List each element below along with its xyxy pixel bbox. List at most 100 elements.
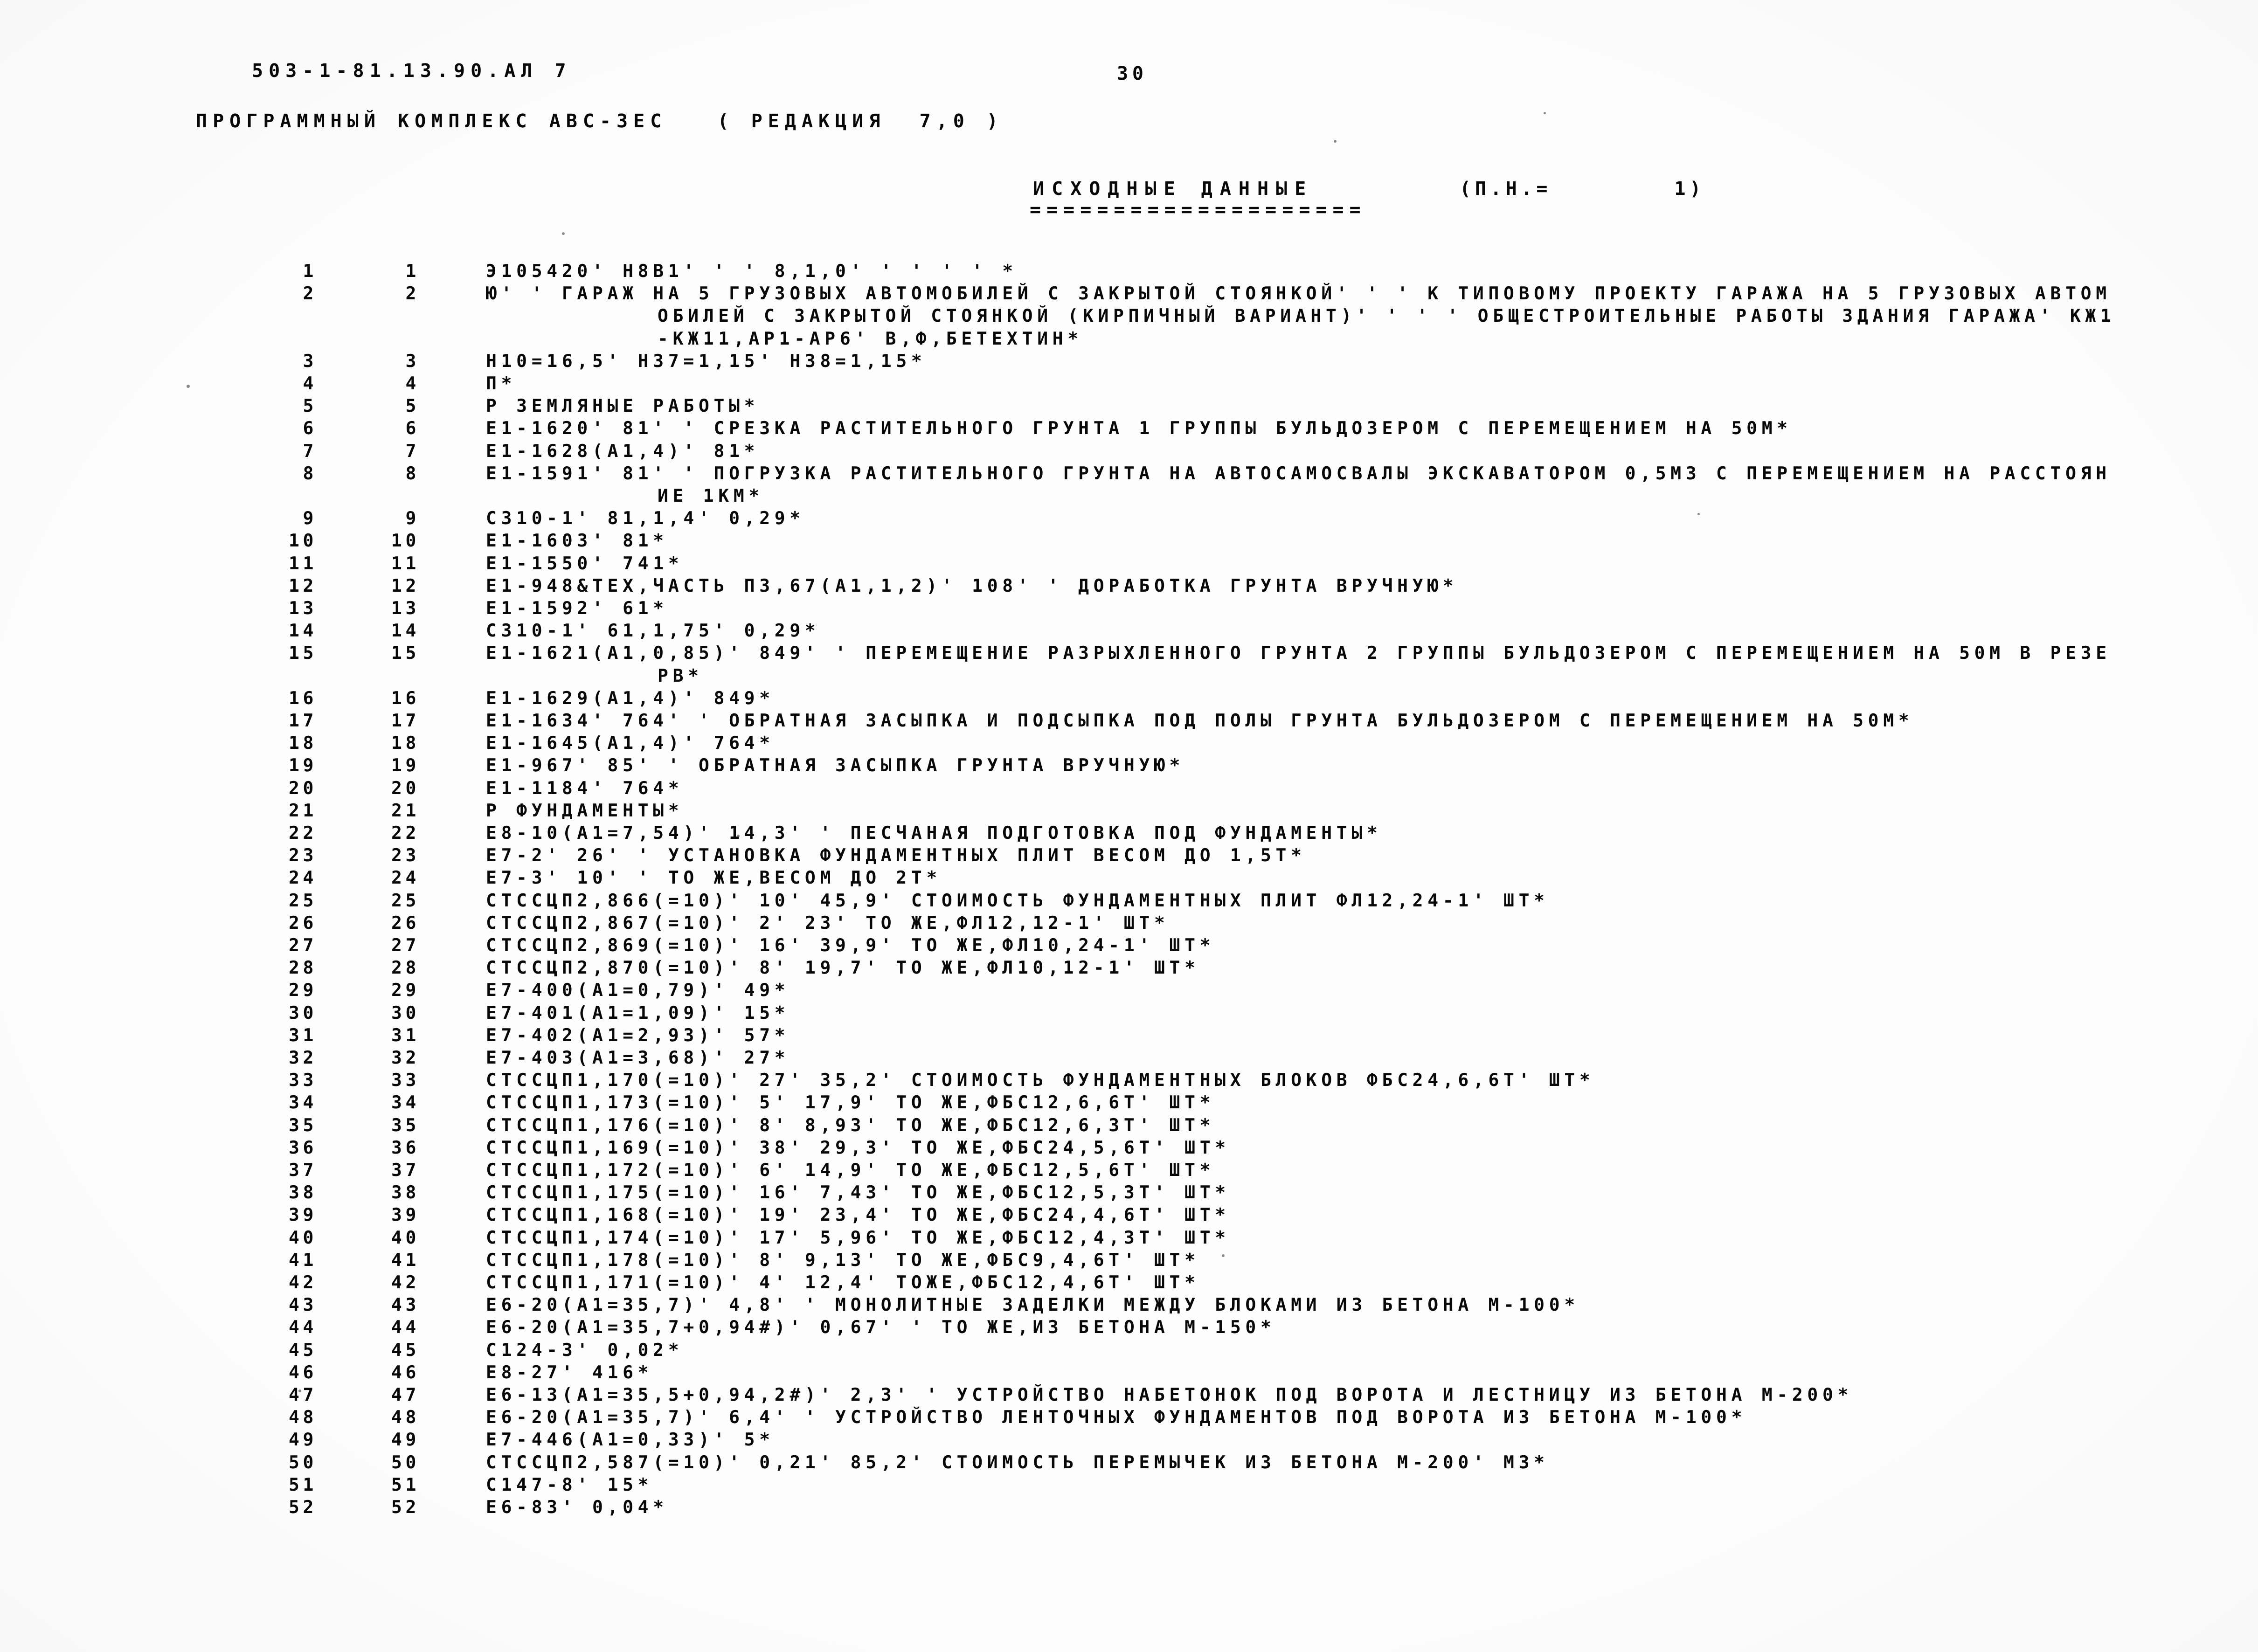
- record-sequence-number: 32: [289, 1047, 317, 1068]
- record-line-number: 38: [391, 1182, 420, 1203]
- record-line-number: 10: [391, 530, 420, 551]
- listing-row: 40 40 СТССЦП1,174(=10)' 17' 5,96' ТО ЖЕ,ФБ…: [0, 1229, 2258, 1251]
- record-sequence-number: 31: [289, 1024, 317, 1045]
- listing-row: 24 24 Е7-3' 10' ' ТО ЖЕ,ВЕСОМ ДО 2Т*: [0, 869, 2258, 891]
- listing-row: 6 6 Е1-1620' 81' ' СРЕЗКА РАСТИТЕЛЬНОГО ГР…: [0, 419, 2258, 442]
- record-statement-text: СТССЦП2,587(=10)' 0,21' 85,2' СТОИМОСТЬ …: [486, 1452, 1549, 1472]
- listing-row: 16 16 Е1-1629(А1,4)' 849*: [0, 689, 2258, 712]
- record-statement-text: Е7-2' 26' ' УСТАНОВКА ФУНДАМЕНТНЫХ ПЛИТ …: [486, 845, 1306, 866]
- record-sequence-number: 39: [289, 1204, 317, 1225]
- listing-row: 34 34 СТССЦП1,173(=10)' 5' 17,9' ТО ЖЕ,ФБС…: [0, 1093, 2258, 1116]
- program-header-line: ПРОГРАММНЫЙ КОМПЛЕКС АВС-ЗЕС ( РЕДАКЦИЯ …: [196, 111, 1004, 132]
- record-sequence-number: 44: [289, 1317, 317, 1338]
- record-statement-text: П*: [486, 373, 517, 394]
- record-sequence-number: 38: [289, 1182, 317, 1203]
- listing-row: 30 30 Е7-401(А1=1,09)' 15*: [0, 1004, 2258, 1026]
- record-statement-text: Э105420' Н8В1' ' ' 8,1,0' ' ' ' ' *: [486, 261, 1018, 281]
- scan-speck: [187, 385, 190, 388]
- record-statement-text: Е1-1550' 741*: [486, 553, 684, 574]
- record-line-number: 52: [391, 1497, 420, 1517]
- record-line-number: 3: [405, 350, 420, 371]
- record-sequence-number: 27: [289, 935, 317, 955]
- record-statement-text: Е1-948&ТЕХ,ЧАСТЬ П3,67(А1,1,2)' 108' ' Д…: [486, 575, 1458, 596]
- document-code: 503-1-81.13.90.АЛ 7: [252, 60, 572, 82]
- listing-row: 8 8 Е1-1591' 81' ' ПОГРУЗКА РАСТИТЕЛЬНОГО …: [0, 464, 2258, 487]
- record-line-number: 20: [391, 777, 420, 798]
- record-sequence-number: 2: [303, 283, 317, 304]
- record-line-number: 41: [391, 1249, 420, 1270]
- record-statement-text: СТССЦП2,870(=10)' 8' 19,7' ТО ЖЕ,ФЛ10,12…: [486, 957, 1200, 978]
- listing-row: 39 39 СТССЦП1,168(=10)' 19' 23,4' ТО ЖЕ,ФБ…: [0, 1206, 2258, 1228]
- record-line-number: 36: [391, 1137, 420, 1158]
- listing-row: 9 9 С310-1' 81,1,4' 0,29*: [0, 509, 2258, 532]
- listing-row: 35 35 СТССЦП1,176(=10)' 8' 8,93' ТО ЖЕ,ФБС…: [0, 1116, 2258, 1139]
- listing-continuation-row: ОБИЛЕЙ С ЗАКРЫТОЙ СТОЯНКОЙ (КИРПИЧНЫЙ ВА…: [0, 307, 2258, 329]
- record-sequence-number: 51: [289, 1474, 317, 1495]
- listing-row: 1 1 Э105420' Н8В1' ' ' 8,1,0' ' ' ' ' *: [0, 262, 2258, 284]
- record-statement-text: Е8-27' 416*: [486, 1362, 653, 1382]
- record-sequence-number: 22: [289, 823, 317, 843]
- record-line-number: 19: [391, 755, 420, 776]
- record-sequence-number: 4: [303, 373, 317, 394]
- record-sequence-number: 46: [289, 1362, 317, 1382]
- scan-speck: [298, 1389, 301, 1392]
- record-statement-text: Е7-402(А1=2,93)' 57*: [486, 1024, 790, 1045]
- scan-speck: [737, 835, 740, 837]
- record-line-number: 1: [405, 261, 420, 281]
- record-line-number: 6: [405, 418, 420, 439]
- record-sequence-number: 36: [289, 1137, 317, 1158]
- record-statement-text: СТССЦП1,172(=10)' 6' 14,9' ТО ЖЕ,ФБС12,5…: [486, 1160, 1215, 1180]
- record-line-number: 12: [391, 575, 420, 596]
- record-sequence-number: 14: [289, 620, 317, 641]
- listing-row: 5 5 Р ЗЕМЛЯНЫЕ РАБОТЫ*: [0, 397, 2258, 419]
- record-statement-text: Е6-20(А1=35,7+0,94#)' 0,67' ' ТО ЖЕ,ИЗ Б…: [486, 1317, 1276, 1338]
- page-number: 30: [1117, 63, 1148, 84]
- listing-row: 29 29 Е7-400(А1=0,79)' 49*: [0, 981, 2258, 1003]
- record-statement-text: СТССЦП1,174(=10)' 17' 5,96' ТО ЖЕ,ФБС12,…: [486, 1227, 1230, 1248]
- record-statement-text: СТССЦП1,178(=10)' 8' 9,13' ТО ЖЕ,ФБС9,4,…: [486, 1249, 1200, 1270]
- record-sequence-number: 30: [289, 1002, 317, 1023]
- record-statement-text: Е1-1621(А1,0,85)' 849' ' ПЕРЕМЕЩЕНИЕ РАЗ…: [486, 643, 2111, 664]
- record-line-number: 40: [391, 1227, 420, 1248]
- record-statement-continuation: ОБИЛЕЙ С ЗАКРЫТОЙ СТОЯНКОЙ (КИРПИЧНЫЙ ВА…: [658, 305, 2116, 326]
- record-statement-text: Е1-967' 85' ' ОБРАТНАЯ ЗАСЫПКА ГРУНТА ВР…: [486, 755, 1185, 776]
- record-sequence-number: 37: [289, 1160, 317, 1180]
- record-line-number: 2: [405, 283, 420, 304]
- record-line-number: 43: [391, 1294, 420, 1315]
- listing-row: 49 49 Е7-446(А1=0,33)' 5*: [0, 1431, 2258, 1453]
- listing-row: 21 21 Р ФУНДАМЕНТЫ*: [0, 802, 2258, 824]
- listing-row: 10 10 Е1-1603' 81*: [0, 532, 2258, 554]
- listing-row: 43 43 Е6-20(А1=35,7)' 4,8' ' МОНОЛИТНЫЕ ЗА…: [0, 1296, 2258, 1318]
- record-sequence-number: 49: [289, 1429, 317, 1450]
- record-line-number: 44: [391, 1317, 420, 1338]
- scan-speck: [1334, 140, 1337, 143]
- record-line-number: 42: [391, 1272, 420, 1293]
- record-sequence-number: 45: [289, 1339, 317, 1360]
- record-sequence-number: 11: [289, 553, 317, 574]
- listing-row: 37 37 СТССЦП1,172(=10)' 6' 14,9' ТО ЖЕ,ФБС…: [0, 1161, 2258, 1183]
- listing-row: 2 2 Ю' ' ГАРАЖ НА 5 ГРУЗОВЫХ АВТОМОБИЛЕЙ С…: [0, 284, 2258, 307]
- record-line-number: 26: [391, 912, 420, 933]
- listing-row: 42 42 СТССЦП1,171(=10)' 4' 12,4' ТОЖЕ,ФБС1…: [0, 1273, 2258, 1296]
- record-line-number: 39: [391, 1204, 420, 1225]
- record-line-number: 34: [391, 1092, 420, 1113]
- listing-row: 50 50 СТССЦП2,587(=10)' 0,21' 85,2' СТОИМО…: [0, 1453, 2258, 1476]
- listing-row: 4 4 П*: [0, 374, 2258, 397]
- listing-row: 51 51 С147-8' 15*: [0, 1476, 2258, 1498]
- scan-speck: [1697, 513, 1700, 515]
- record-sequence-number: 1: [303, 261, 317, 281]
- listing-row: 7 7 Е1-1628(А1,4)' 81*: [0, 442, 2258, 464]
- parameter-number-label: (П.Н.= 1): [1460, 178, 1705, 200]
- record-sequence-number: 7: [303, 440, 317, 461]
- record-statement-text: Н10=16,5' Н37=1,15' Н38=1,15*: [486, 350, 927, 371]
- record-sequence-number: 41: [289, 1249, 317, 1270]
- record-sequence-number: 26: [289, 912, 317, 933]
- record-statement-text: С147-8' 15*: [486, 1474, 653, 1495]
- listing-row: 32 32 Е7-403(А1=3,68)' 27*: [0, 1049, 2258, 1071]
- listing-row: 45 45 С124-3' 0,02*: [0, 1341, 2258, 1363]
- section-title-underline: ====================: [1030, 199, 1366, 221]
- record-statement-continuation: ИЕ 1КМ*: [658, 485, 764, 506]
- record-sequence-number: 48: [289, 1407, 317, 1428]
- listing-continuation-row: -КЖ11,АР1-АР6' В,Ф,БЕТЕХТИН*: [0, 330, 2258, 352]
- record-sequence-number: 15: [289, 643, 317, 664]
